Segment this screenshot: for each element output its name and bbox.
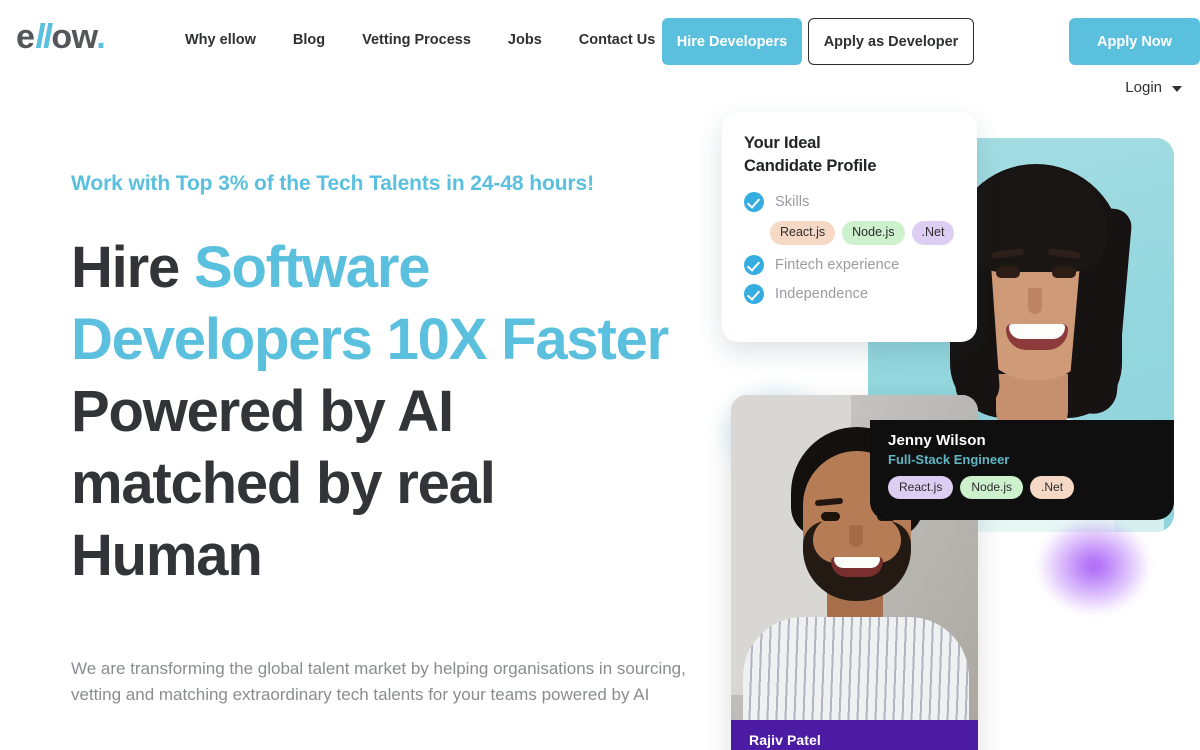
landing-page: ellow. Why ellow Blog Vetting Process Jo… — [0, 0, 1200, 750]
profile-card-title-line1: Your Ideal — [744, 134, 821, 152]
profile-criterion-skills: Skills — [744, 192, 959, 212]
skill-chip: React.js — [888, 476, 954, 500]
headline-segment-1: Hire — [71, 235, 194, 300]
site-header: ellow. Why ellow Blog Vetting Process Jo… — [0, 0, 1200, 110]
check-circle-icon — [744, 284, 764, 304]
logo-text-mid: ll — [35, 18, 52, 56]
ideal-candidate-profile-card: Your Ideal Candidate Profile Skills Reac… — [722, 112, 977, 342]
hero-visual: Jenny Wilson Full-Stack Engineer React.j… — [700, 100, 1200, 750]
nav-item-jobs[interactable]: Jobs — [508, 32, 542, 48]
candidate-card-jenny: Jenny Wilson Full-Stack Engineer React.j… — [870, 420, 1174, 520]
hero-subcopy: We are transforming the global talent ma… — [71, 659, 686, 704]
profile-card-title: Your Ideal Candidate Profile — [744, 132, 959, 178]
profile-skill-list: React.js Node.js .Net — [770, 221, 959, 245]
skill-chip: Node.js — [960, 476, 1024, 500]
headline-segment-2: Powered by AI matched by real Human — [71, 379, 496, 588]
skill-chip: Node.js — [842, 221, 905, 245]
login-dropdown[interactable]: Login — [1125, 79, 1182, 96]
criterion-label: Skills — [775, 194, 810, 210]
criterion-label: Independence — [775, 286, 869, 302]
nav-item-blog[interactable]: Blog — [293, 32, 325, 48]
primary-nav: Why ellow Blog Vetting Process Jobs Cont… — [185, 32, 655, 48]
hero-copy: Work with Top 3% of the Tech Talents in … — [71, 160, 711, 704]
logo-text-suffix: ow — [51, 18, 97, 56]
skill-chip: React.js — [770, 221, 836, 245]
headline-accent-1: Software — [193, 235, 431, 300]
check-circle-icon — [744, 192, 764, 212]
candidate-card-rajiv: Rajiv Patel Flutter Developer Dart JavaS… — [731, 720, 978, 750]
profile-criterion-independence: Independence — [744, 284, 959, 304]
logo-text-prefix: e — [16, 18, 35, 56]
profile-criteria-list: Skills React.js Node.js .Net Fintech exp… — [744, 192, 959, 304]
candidate-skill-list: React.js Node.js .Net — [888, 476, 1174, 500]
nav-item-contact-us[interactable]: Contact Us — [579, 32, 656, 48]
criterion-label: Fintech experience — [775, 257, 900, 273]
check-circle-icon — [744, 255, 764, 275]
skill-chip: .Net — [1030, 476, 1075, 500]
nav-item-why-ellow[interactable]: Why ellow — [185, 32, 256, 48]
page-title: Hire Software Developers 10X Faster Powe… — [71, 232, 691, 592]
profile-criterion-fintech: Fintech experience — [744, 255, 959, 275]
profile-card-title-line2: Candidate Profile — [744, 157, 877, 175]
nav-item-vetting-process[interactable]: Vetting Process — [362, 32, 471, 48]
hero-eyebrow: Work with Top 3% of the Tech Talents in … — [71, 172, 594, 195]
candidate-role: Full-Stack Engineer — [888, 452, 1010, 467]
apply-now-button[interactable]: Apply Now — [1069, 18, 1200, 65]
hire-developers-button[interactable]: Hire Developers — [662, 18, 802, 65]
purple-glow-decoration — [1040, 520, 1148, 612]
candidate-name: Rajiv Patel — [749, 732, 821, 748]
apply-as-developer-button[interactable]: Apply as Developer — [808, 18, 974, 65]
headline-accent-2: Developers 10X Faster — [71, 307, 669, 372]
logo-dot: . — [96, 18, 106, 56]
candidate-name: Jenny Wilson — [888, 432, 986, 449]
chevron-down-icon — [1172, 85, 1182, 92]
login-label: Login — [1125, 79, 1162, 96]
skill-chip: .Net — [911, 221, 955, 245]
brand-logo[interactable]: ellow. — [16, 18, 106, 56]
